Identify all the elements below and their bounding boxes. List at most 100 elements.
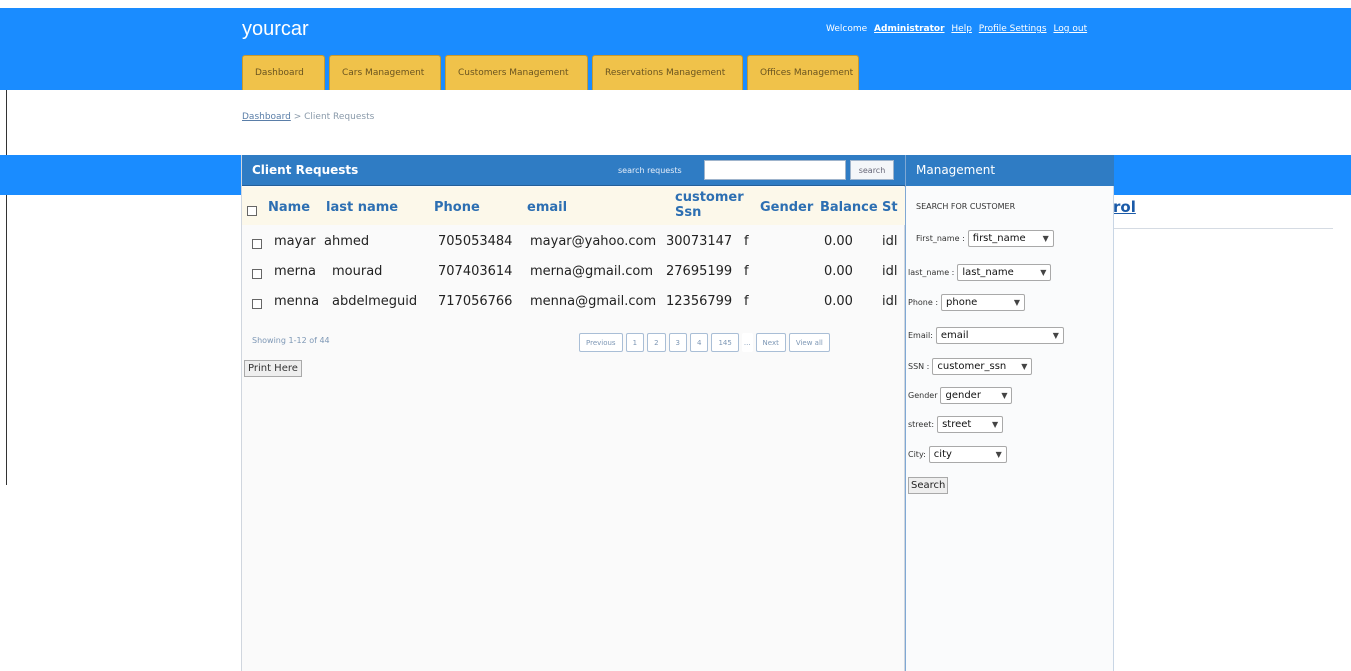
select-value: last_name bbox=[962, 267, 1014, 278]
table-row[interactable]: menna abdelmeguid 717056766 menna@gmail.… bbox=[242, 288, 906, 318]
cell-phone: 717056766 bbox=[438, 294, 513, 309]
sidebar-header: Management bbox=[906, 155, 1114, 186]
management-sidebar: Management SEARCH FOR CUSTOMER First_nam… bbox=[905, 155, 1114, 671]
select-value: phone bbox=[946, 297, 978, 308]
select-value: customer_ssn bbox=[937, 361, 1007, 372]
select-value: city bbox=[933, 449, 952, 460]
select-all-checkbox[interactable] bbox=[247, 206, 257, 216]
chevron-down-icon: ▼ bbox=[995, 450, 1002, 459]
welcome-text: Welcome bbox=[826, 24, 868, 34]
col-status[interactable]: St bbox=[882, 200, 906, 215]
cell-gender: f bbox=[744, 264, 749, 279]
panel-header: Client Requests search requests search bbox=[242, 155, 906, 186]
cell-email: merna@gmail.com bbox=[530, 264, 653, 279]
help-link[interactable]: Help bbox=[951, 24, 972, 34]
row-checkbox[interactable] bbox=[252, 299, 262, 309]
row-checkbox[interactable] bbox=[252, 269, 262, 279]
hidden-heading-peek[interactable]: rol bbox=[1113, 198, 1136, 216]
tab-dashboard[interactable]: Dashboard bbox=[242, 55, 325, 90]
col-customer-ssn[interactable]: customer Ssn bbox=[675, 190, 755, 220]
field-label: Gender bbox=[908, 391, 938, 400]
select-value: gender bbox=[945, 390, 981, 401]
field-phone: Phone : phone ▼ bbox=[908, 294, 1026, 311]
ssn-select[interactable]: customer_ssn ▼ bbox=[932, 358, 1033, 375]
field-label: last_name : bbox=[908, 268, 955, 277]
city-select[interactable]: city ▼ bbox=[928, 446, 1007, 463]
cell-status: idl bbox=[882, 234, 898, 249]
admin-user-link[interactable]: Administrator bbox=[874, 24, 944, 34]
cell-last-name: abdelmeguid bbox=[332, 294, 418, 309]
row-checkbox[interactable] bbox=[252, 239, 262, 249]
logout-link[interactable]: Log out bbox=[1053, 24, 1087, 34]
street-select[interactable]: street ▼ bbox=[937, 416, 1004, 433]
breadcrumb-current: Client Requests bbox=[304, 112, 375, 122]
main-nav-tabs: Dashboard Cars Management Customers Mana… bbox=[242, 55, 863, 90]
cell-email: mayar@yahoo.com bbox=[530, 234, 657, 249]
select-value: street bbox=[942, 419, 972, 430]
col-last-name[interactable]: last name bbox=[326, 200, 398, 215]
field-label: Phone : bbox=[908, 298, 939, 307]
email-select[interactable]: email ▼ bbox=[935, 327, 1064, 344]
peek-divider bbox=[1113, 228, 1333, 229]
col-phone[interactable]: Phone bbox=[434, 200, 480, 215]
panel-title: Client Requests bbox=[252, 163, 359, 177]
cell-phone: 705053484 bbox=[438, 234, 513, 249]
col-email[interactable]: email bbox=[527, 200, 567, 215]
cell-balance: 0.00 bbox=[824, 234, 853, 249]
tab-reservations-management[interactable]: Reservations Management bbox=[592, 55, 743, 90]
print-button[interactable]: Print Here bbox=[244, 360, 302, 377]
cell-ssn: 12356799 bbox=[666, 294, 733, 309]
field-label: SSN : bbox=[908, 362, 930, 371]
last-name-select[interactable]: last_name ▼ bbox=[957, 264, 1052, 281]
col-gender[interactable]: Gender bbox=[760, 200, 813, 215]
customer-search-button[interactable]: Search bbox=[908, 477, 949, 494]
pager-page-last[interactable]: 145 bbox=[711, 333, 739, 352]
field-label: City: bbox=[908, 450, 926, 459]
field-city: City: city ▼ bbox=[908, 446, 1007, 463]
cell-ssn: 30073147 bbox=[666, 234, 733, 249]
field-street: street: street ▼ bbox=[908, 416, 1004, 433]
tab-customers-management[interactable]: Customers Management bbox=[445, 55, 588, 90]
field-last-name: last_name : last_name ▼ bbox=[908, 264, 1052, 281]
page-edge-line bbox=[6, 90, 7, 485]
cell-gender: f bbox=[744, 294, 749, 309]
tab-cars-management[interactable]: Cars Management bbox=[329, 55, 441, 90]
field-email: Email: email ▼ bbox=[908, 327, 1064, 344]
col-name[interactable]: Name bbox=[268, 200, 310, 215]
pager-page-1[interactable]: 1 bbox=[625, 333, 645, 352]
search-requests-button[interactable]: search bbox=[850, 160, 894, 180]
chevron-down-icon: ▼ bbox=[1013, 298, 1021, 307]
first-name-select[interactable]: first_name ▼ bbox=[967, 230, 1054, 247]
cell-name: merna bbox=[274, 264, 316, 279]
breadcrumb-dashboard-link[interactable]: Dashboard bbox=[242, 112, 291, 122]
table-row[interactable]: mayar ahmed 705053484 mayar@yahoo.com 30… bbox=[242, 228, 906, 258]
field-label: street: bbox=[908, 420, 935, 429]
tab-offices-management[interactable]: Offices Management bbox=[747, 55, 859, 90]
pager-page-4[interactable]: 4 bbox=[690, 333, 709, 352]
cell-status: idl bbox=[882, 264, 898, 279]
client-requests-panel: Client Requests search requests search N… bbox=[241, 155, 906, 671]
pager-page-2[interactable]: 2 bbox=[647, 333, 666, 352]
col-balance[interactable]: Balance bbox=[820, 200, 878, 215]
gender-select[interactable]: gender ▼ bbox=[940, 387, 1013, 404]
cell-last-name: mourad bbox=[332, 264, 383, 279]
pager-next[interactable]: Next bbox=[755, 333, 786, 352]
pagination: Previous 1 2 3 4 145 ... Next View all bbox=[579, 333, 830, 352]
cell-gender: f bbox=[744, 234, 749, 249]
pager-page-3[interactable]: 3 bbox=[668, 333, 687, 352]
pager-view-all[interactable]: View all bbox=[788, 333, 830, 352]
cell-balance: 0.00 bbox=[824, 264, 853, 279]
table-row[interactable]: merna mourad 707403614 merna@gmail.com 2… bbox=[242, 258, 906, 288]
showing-count: Showing 1-12 of 44 bbox=[252, 336, 330, 345]
search-requests-input[interactable] bbox=[704, 160, 846, 180]
user-bar: Welcome Administrator Help Profile Setti… bbox=[826, 24, 1087, 34]
select-value: email bbox=[940, 330, 969, 341]
cell-balance: 0.00 bbox=[824, 294, 853, 309]
brand-logo[interactable]: yourcar bbox=[242, 18, 309, 41]
field-ssn: SSN : customer_ssn ▼ bbox=[908, 358, 1033, 375]
chevron-down-icon: ▼ bbox=[1001, 391, 1008, 400]
sidebar-title: Management bbox=[916, 163, 996, 177]
profile-settings-link[interactable]: Profile Settings bbox=[979, 24, 1047, 34]
phone-select[interactable]: phone ▼ bbox=[941, 294, 1026, 311]
pager-previous[interactable]: Previous bbox=[579, 333, 623, 352]
